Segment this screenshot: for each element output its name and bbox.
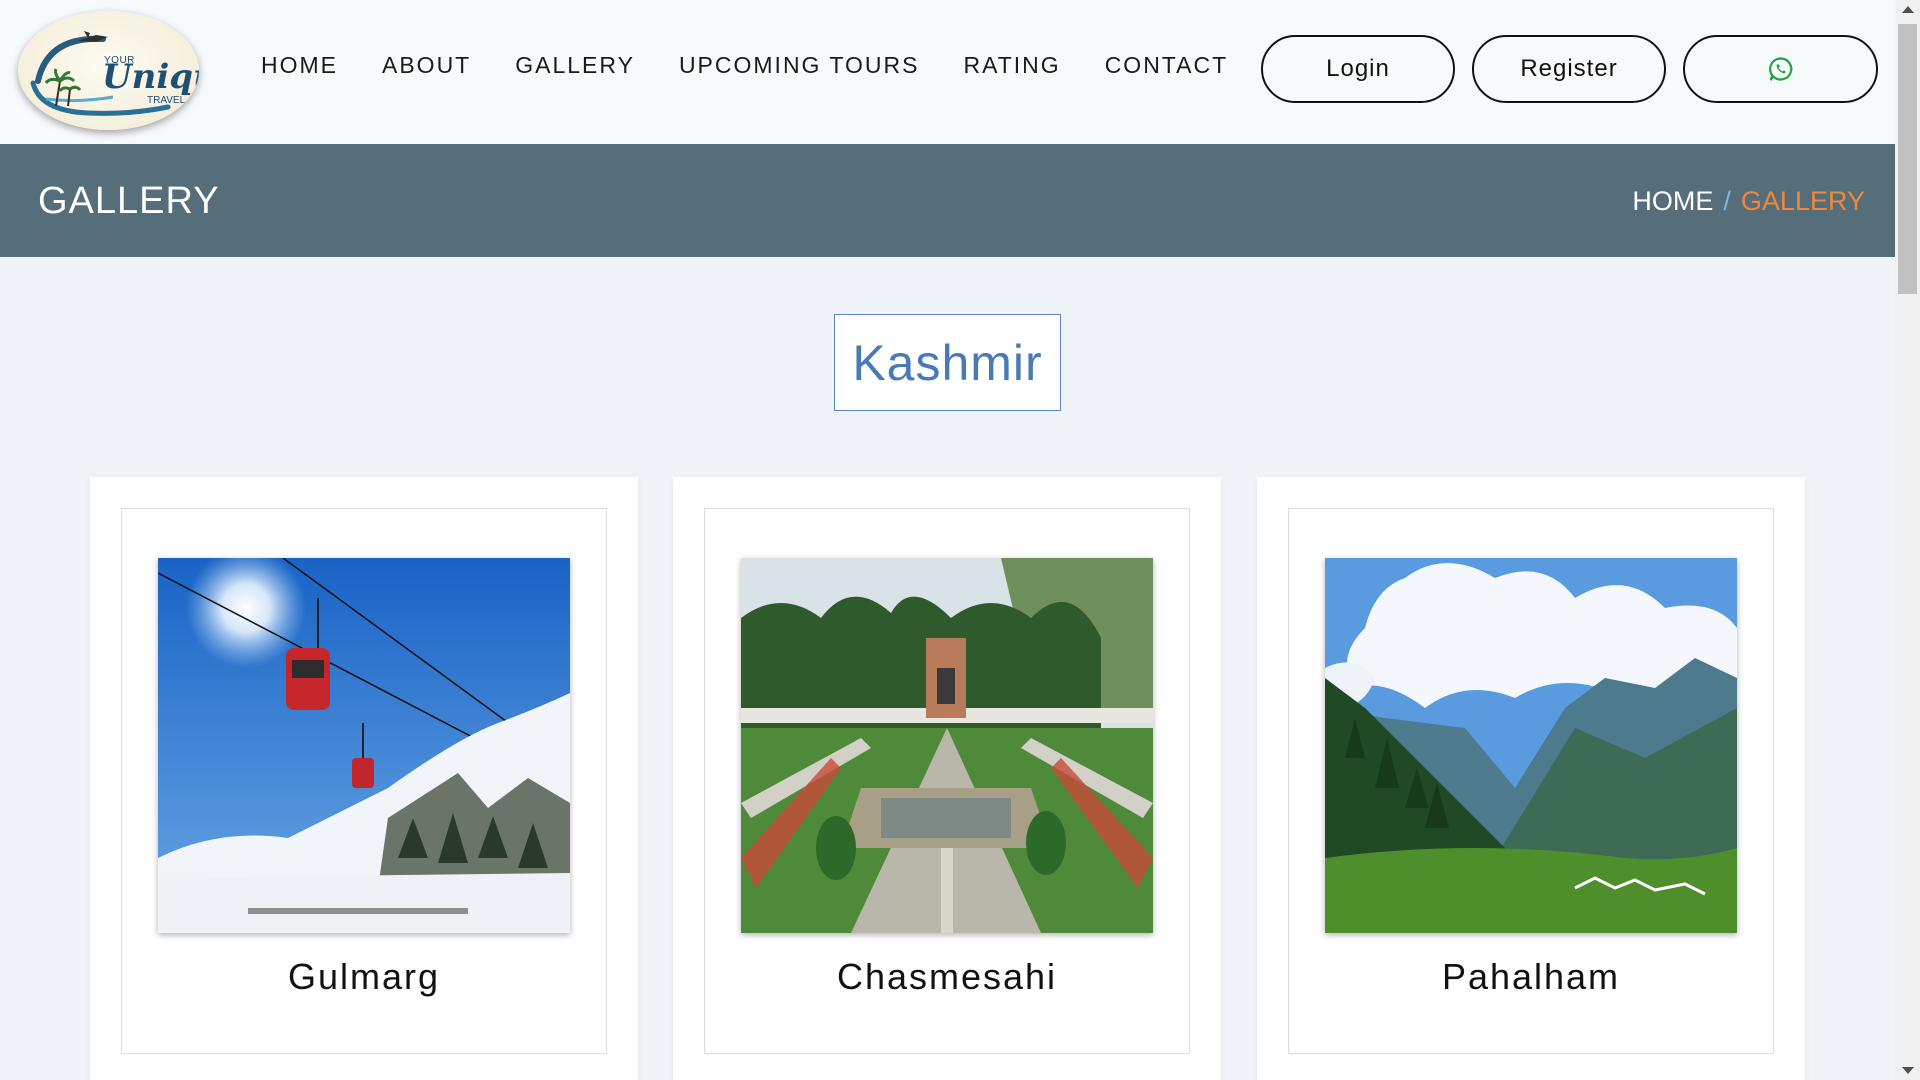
nav-rating[interactable]: RATING xyxy=(964,52,1061,79)
gallery-card: Gulmarg xyxy=(90,477,638,1080)
breadcrumb: HOME / GALLERY xyxy=(1632,186,1865,217)
main-nav: HOME ABOUT GALLERY UPCOMING TOURS RATING… xyxy=(261,52,1272,79)
gallery-card-label: Gulmarg xyxy=(287,956,441,997)
site-logo[interactable]: YOUR Unique TRAVEL xyxy=(18,11,199,130)
breadcrumb-current: GALLERY xyxy=(1740,186,1865,216)
login-button[interactable]: Login xyxy=(1261,35,1455,103)
breadcrumb-home-link[interactable]: HOME xyxy=(1632,186,1713,217)
nav-home[interactable]: HOME xyxy=(261,52,338,79)
gallery-card-frame: Chasmesahi xyxy=(704,508,1190,1054)
scrollbar-thumb[interactable] xyxy=(1898,24,1917,294)
page-title: GALLERY xyxy=(38,180,220,222)
site-header: YOUR Unique TRAVEL HOME ABOUT GALLERY UP… xyxy=(0,0,1895,144)
register-button[interactable]: Register xyxy=(1472,35,1666,103)
nav-gallery[interactable]: GALLERY xyxy=(515,52,635,79)
whatsapp-icon xyxy=(1768,57,1792,81)
page-banner: GALLERY HOME / GALLERY xyxy=(0,144,1895,257)
nav-upcoming-tours[interactable]: UPCOMING TOURS xyxy=(679,52,920,79)
gallery-photo-gulmarg[interactable] xyxy=(158,558,570,933)
logo-text-unique: Unique xyxy=(102,57,199,97)
scroll-up-arrow-icon[interactable] xyxy=(1902,6,1914,13)
pahalham-image xyxy=(1325,558,1737,933)
gallery-card: Pahalham xyxy=(1257,477,1805,1080)
breadcrumb-separator: / xyxy=(1723,186,1731,216)
gallery-card-label: Chasmesahi xyxy=(836,956,1058,997)
gallery-card-frame: Pahalham xyxy=(1288,508,1774,1054)
page: YOUR Unique TRAVEL HOME ABOUT GALLERY UP… xyxy=(0,0,1895,1080)
gulmarg-image xyxy=(158,558,570,933)
gallery-card-label: Pahalham xyxy=(1441,956,1621,997)
nav-contact[interactable]: CONTACT xyxy=(1105,52,1228,79)
gallery-photo-pahalham[interactable] xyxy=(1325,558,1737,933)
logo-text-travel: TRAVEL xyxy=(147,95,186,106)
chasmesahi-image xyxy=(741,558,1153,933)
scroll-down-arrow-icon[interactable] xyxy=(1902,1067,1914,1074)
gallery-photo-chasmesahi[interactable] xyxy=(741,558,1153,933)
whatsapp-button[interactable] xyxy=(1683,35,1878,103)
gallery-card: Chasmesahi xyxy=(673,477,1221,1080)
section-title: Kashmir xyxy=(834,314,1061,411)
page-scrollbar[interactable] xyxy=(1895,0,1920,1080)
nav-about[interactable]: ABOUT xyxy=(382,52,471,79)
gallery-card-frame: Gulmarg xyxy=(121,508,607,1054)
